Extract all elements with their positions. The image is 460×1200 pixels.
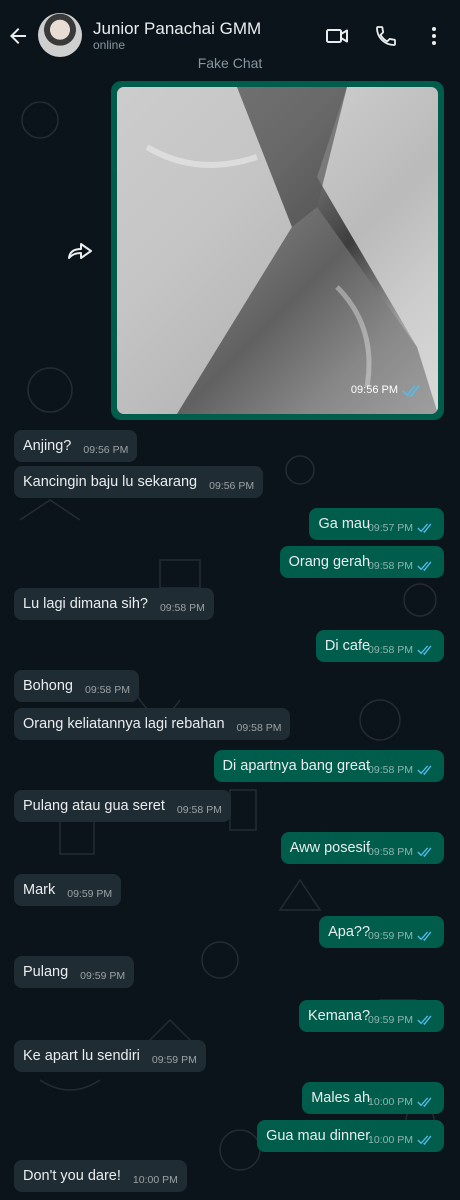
message-text: Males ah — [311, 1090, 371, 1106]
message-time: 09:59 PM — [80, 970, 126, 982]
double-check-icon — [417, 764, 432, 775]
message-text: Don't you dare! — [23, 1168, 121, 1184]
watermark-label: Fake Chat — [197, 55, 263, 71]
message-time: 09:56 PM — [83, 444, 129, 456]
phone-icon[interactable] — [374, 24, 398, 48]
message-time: 09:59 PM — [67, 888, 113, 900]
double-check-icon — [417, 1096, 432, 1107]
more-vert-icon[interactable] — [422, 24, 446, 48]
double-check-icon — [402, 385, 420, 398]
message-text: Orang gerah — [288, 554, 371, 570]
contact-status: online — [93, 38, 126, 52]
message-text: Di cafe — [324, 638, 371, 654]
message-text: Lu lagi dimana sih? — [23, 596, 148, 612]
outgoing-message[interactable]: Apa?? 09:59 PM — [319, 916, 444, 948]
incoming-message[interactable]: Pulang 09:59 PM — [14, 956, 135, 988]
message-text: Bohong — [23, 678, 73, 694]
message-text: Anjing? — [23, 438, 72, 454]
message-text: Apa?? — [328, 924, 371, 940]
message-text: Pulang — [23, 964, 69, 980]
video-call-icon[interactable] — [325, 24, 349, 48]
incoming-message[interactable]: Orang keliatannya lagi rebahan 09:58 PM — [14, 708, 291, 740]
incoming-message[interactable]: Mark 09:59 PM — [14, 874, 122, 906]
message-time: 09:58 PM — [176, 804, 222, 816]
double-check-icon — [417, 644, 432, 655]
message-time: 09:58 PM — [85, 684, 130, 696]
message-time: 09:56 PM — [209, 480, 255, 492]
double-check-icon — [417, 1014, 432, 1025]
image-message[interactable]: 09:56 PM — [111, 81, 444, 420]
double-check-icon — [417, 846, 432, 857]
message-text: Pulang atau gua seret — [23, 798, 165, 814]
back-arrow-icon[interactable] — [6, 24, 30, 48]
message-text: Gua mau dinner — [266, 1128, 371, 1144]
double-check-icon — [417, 522, 432, 533]
message-time: 09:58 PM — [236, 722, 282, 734]
incoming-message[interactable]: Don't you dare! 10:00 PM — [14, 1160, 187, 1192]
outgoing-message[interactable]: Orang gerah 09:58 PM — [279, 546, 444, 578]
outgoing-message[interactable]: Gua mau dinner 10:00 PM — [257, 1120, 444, 1152]
message-text: Orang keliatannya lagi rebahan — [23, 716, 225, 732]
outgoing-message[interactable]: Ga mau 09:57 PM — [309, 508, 444, 540]
message-text: Mark — [23, 882, 56, 898]
incoming-message[interactable]: Lu lagi dimana sih? 09:58 PM — [14, 588, 214, 620]
double-check-icon — [417, 560, 432, 571]
message-time: 09:59 PM — [368, 930, 413, 942]
message-time: 09:58 PM — [368, 644, 413, 656]
message-text: Ke apart lu sendiri — [23, 1048, 140, 1064]
message-text: Ga mau — [318, 516, 371, 532]
outgoing-message[interactable]: Kemana? 09:59 PM — [298, 1000, 444, 1032]
forward-icon[interactable] — [66, 240, 94, 262]
incoming-message[interactable]: Kancingin baju lu sekarang 09:56 PM — [14, 466, 264, 498]
photo-attachment[interactable]: 09:56 PM — [117, 87, 438, 414]
incoming-message[interactable]: Bohong 09:58 PM — [14, 670, 139, 702]
message-time: 09:58 PM — [368, 560, 413, 572]
message-time: 10:00 PM — [368, 1134, 413, 1146]
message-text: Di apartnya bang great — [222, 758, 371, 774]
avatar[interactable] — [38, 13, 82, 57]
double-check-icon — [417, 930, 432, 941]
message-text: Kemana? — [307, 1008, 371, 1024]
message-time: 09:58 PM — [159, 602, 205, 614]
outgoing-message[interactable]: Aww posesif 09:58 PM — [280, 832, 444, 864]
message-time: 09:59 PM — [368, 1014, 413, 1026]
double-check-icon — [417, 1134, 432, 1145]
message-time: 09:58 PM — [368, 846, 413, 858]
message-time: 09:58 PM — [368, 764, 413, 776]
message-time: 09:59 PM — [151, 1054, 197, 1066]
outgoing-message[interactable]: Di apartnya bang great 09:58 PM — [213, 750, 444, 782]
outgoing-message[interactable]: Di cafe 09:58 PM — [315, 630, 444, 662]
incoming-message[interactable]: Pulang atau gua seret 09:58 PM — [14, 790, 231, 822]
message-text: Aww posesif — [289, 840, 371, 856]
message-text: Kancingin baju lu sekarang — [23, 474, 198, 490]
contact-name[interactable]: Junior Panachai GMM — [93, 19, 261, 39]
message-time: 10:00 PM — [132, 1174, 178, 1186]
message-time: 09:57 PM — [368, 522, 413, 534]
image-time: 09:56 PM — [350, 384, 398, 396]
outgoing-message[interactable]: Males ah 10:00 PM — [302, 1082, 444, 1114]
photo-content — [117, 87, 438, 414]
message-time: 10:00 PM — [368, 1096, 413, 1108]
incoming-message[interactable]: Ke apart lu sendiri 09:59 PM — [14, 1040, 206, 1072]
incoming-message[interactable]: Anjing? 09:56 PM — [14, 430, 138, 462]
